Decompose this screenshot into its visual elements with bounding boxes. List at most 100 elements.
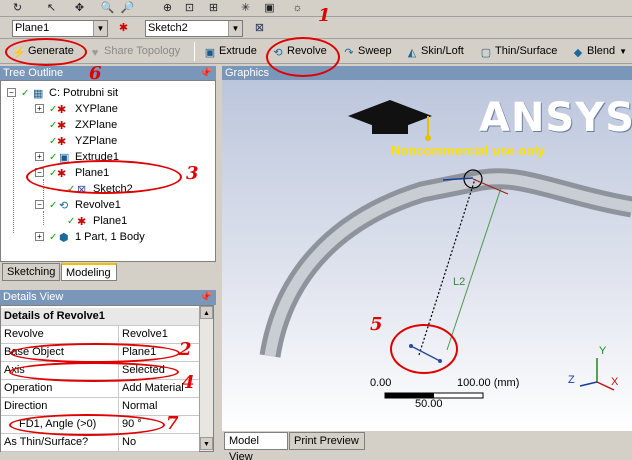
annotation-number: 1 bbox=[318, 5, 331, 26]
zoom-in-icon[interactable]: 🔎 bbox=[120, 1, 135, 15]
tree-connector bbox=[13, 93, 14, 233]
tree-node-label: Revolve1 bbox=[75, 199, 121, 211]
details-row[interactable]: As Thin/Surface? No bbox=[1, 434, 199, 452]
blend-button[interactable]: ◆ Blend ▼ bbox=[571, 42, 627, 61]
annotation-ring-axis bbox=[9, 362, 179, 382]
share-topology-button[interactable]: ♥ Share Topology bbox=[88, 42, 181, 61]
zoom-fit-icon[interactable]: ⊡ bbox=[182, 1, 197, 15]
axis-y-label: Y bbox=[599, 345, 607, 357]
sketch-select[interactable]: Sketch2 ▼ bbox=[145, 20, 243, 37]
details-scrollbar[interactable]: ▲ ▼ bbox=[199, 306, 213, 451]
check-icon: ✓ bbox=[49, 200, 58, 211]
tree-outline-title: Tree Outline bbox=[3, 67, 64, 79]
check-icon: ✓ bbox=[49, 232, 58, 243]
light-icon[interactable]: ☼ bbox=[290, 1, 305, 15]
plane-icon: ✱ bbox=[57, 120, 67, 132]
collapse-icon[interactable]: − bbox=[35, 200, 44, 209]
expand-icon[interactable]: + bbox=[35, 104, 44, 113]
chevron-down-icon[interactable]: ▼ bbox=[228, 21, 242, 36]
scroll-down-icon[interactable]: ▼ bbox=[200, 437, 213, 450]
mode-tabs: Sketching Modeling bbox=[2, 263, 216, 281]
graphics-viewport[interactable]: ANSYS Noncommercial use only L2 0.00 100… bbox=[222, 80, 632, 431]
ansys-cap-logo bbox=[348, 100, 432, 141]
details-value[interactable]: No bbox=[120, 434, 199, 452]
zoom-box-icon[interactable]: ⊕ bbox=[160, 1, 175, 15]
sweep-icon: ↷ bbox=[344, 47, 354, 59]
details-value[interactable]: Normal bbox=[120, 398, 199, 416]
view-icon[interactable]: ⊞ bbox=[206, 1, 221, 15]
scale-left-label: 0.00 bbox=[370, 377, 392, 389]
tree-node-label: ZXPlane bbox=[75, 119, 118, 131]
annotation-ring-angle bbox=[9, 414, 165, 436]
pin-icon[interactable]: 📌 bbox=[200, 290, 212, 305]
tab-modeling[interactable]: Modeling bbox=[61, 263, 117, 281]
plane-toolbar: Plane1 ▼ ✱ Sketch2 ▼ ⊠ bbox=[0, 17, 632, 39]
extrude-icon: ▣ bbox=[204, 47, 216, 59]
annotation-number: 2 bbox=[179, 339, 192, 360]
chevron-down-icon[interactable]: ▼ bbox=[619, 47, 627, 56]
heart-icon: ♥ bbox=[91, 47, 99, 59]
loft-icon: ◭ bbox=[407, 47, 417, 59]
plane-select-value: Plane1 bbox=[15, 22, 50, 34]
scroll-up-icon[interactable]: ▲ bbox=[200, 306, 213, 319]
tree-outline-title-bar: Tree Outline 📌 bbox=[0, 66, 216, 81]
check-icon: ✓ bbox=[67, 216, 76, 227]
plane-icon: ✱ bbox=[57, 136, 67, 148]
view-tabs: Model View Print Preview bbox=[224, 432, 404, 460]
annotation-ring-axis-sketch bbox=[390, 324, 458, 374]
thin-surface-button[interactable]: ▢ Thin/Surface bbox=[479, 42, 558, 61]
annotation-ring-plane1 bbox=[26, 160, 182, 194]
details-header: Details of Revolve1 bbox=[4, 310, 105, 322]
tree-node-label: Plane1 bbox=[93, 215, 128, 227]
select-icon[interactable]: ↖ bbox=[44, 1, 59, 15]
details-row[interactable]: Operation Add Material bbox=[1, 380, 199, 398]
expand-icon[interactable]: + bbox=[35, 232, 44, 241]
annotation-ring-base-object bbox=[10, 343, 180, 363]
pin-icon[interactable]: 📌 bbox=[200, 66, 212, 81]
dimension-label[interactable]: L2 bbox=[453, 276, 465, 288]
details-title-bar: Details View 📌 bbox=[0, 290, 216, 305]
body-icon: ⬢ bbox=[59, 232, 69, 244]
tab-sketching[interactable]: Sketching bbox=[2, 263, 60, 281]
triad-icon[interactable]: ✳ bbox=[238, 1, 253, 15]
sweep-label: Sweep bbox=[358, 45, 392, 57]
details-key: Revolve bbox=[1, 326, 119, 344]
model-icon: ▦ bbox=[33, 88, 44, 100]
annotation-number: 7 bbox=[166, 413, 179, 434]
pipe-body bbox=[259, 168, 632, 358]
new-plane-icon[interactable]: ✱ bbox=[116, 21, 131, 35]
plane-icon: ✱ bbox=[57, 104, 67, 116]
tab-print-preview[interactable]: Print Preview bbox=[289, 432, 365, 450]
chevron-down-icon[interactable]: ▼ bbox=[93, 21, 107, 36]
tree-node-label: C: Potrubni sit bbox=[49, 87, 119, 99]
pan-icon[interactable]: ✥ bbox=[72, 1, 87, 15]
tab-model-view[interactable]: Model View bbox=[224, 432, 288, 460]
extrude-button[interactable]: ▣ Extrude bbox=[203, 42, 257, 61]
share-topology-label: Share Topology bbox=[104, 45, 181, 57]
expand-icon[interactable]: + bbox=[35, 152, 44, 161]
axis-triad bbox=[579, 358, 615, 391]
collapse-icon[interactable]: − bbox=[7, 88, 16, 97]
skin-loft-label: Skin/Loft bbox=[421, 45, 464, 57]
plane-select[interactable]: Plane1 ▼ bbox=[12, 20, 108, 37]
details-header-row: Details of Revolve1 bbox=[1, 308, 199, 326]
axis-x-label: X bbox=[611, 376, 619, 388]
box-icon[interactable]: ▣ bbox=[262, 1, 277, 15]
annotation-number: 5 bbox=[370, 314, 383, 335]
revolve-icon: ⟲ bbox=[59, 200, 69, 212]
thin-surface-label: Thin/Surface bbox=[495, 45, 558, 57]
graphics-title: Graphics bbox=[225, 67, 270, 79]
zoom-icon[interactable]: 🔍 bbox=[100, 1, 115, 15]
tree-node-label: 1 Part, 1 Body bbox=[75, 231, 145, 243]
redo-icon[interactable]: ↻ bbox=[10, 1, 25, 15]
sweep-button[interactable]: ↷ Sweep bbox=[342, 42, 392, 61]
annotation-ring-generate bbox=[5, 38, 87, 66]
annotation-ring-revolve bbox=[266, 37, 340, 77]
scale-mid-label: 50.00 bbox=[415, 398, 443, 410]
view-toolbar: ↻ ↖ ✥ 🔍 🔎 ⊕ ⊡ ⊞ ✳ ▣ ☼ bbox=[0, 0, 632, 17]
sketch-select-value: Sketch2 bbox=[148, 22, 188, 34]
details-row[interactable]: Revolve Revolve1 bbox=[1, 326, 199, 344]
new-sketch-icon[interactable]: ⊠ bbox=[252, 21, 267, 35]
dimension-line bbox=[446, 187, 502, 351]
skin-loft-button[interactable]: ◭ Skin/Loft bbox=[405, 42, 464, 61]
